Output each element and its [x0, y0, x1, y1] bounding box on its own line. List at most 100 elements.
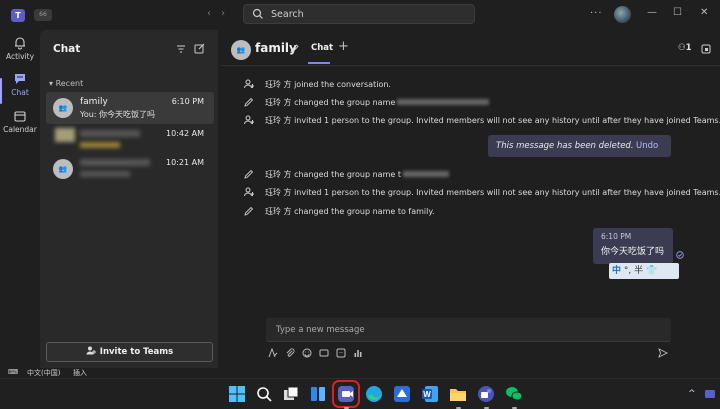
- edge-icon[interactable]: [364, 384, 384, 404]
- blurred-text: [402, 171, 449, 177]
- person-add-icon: [244, 187, 254, 197]
- close-button[interactable]: ✕: [700, 7, 708, 18]
- pencil-icon: [244, 97, 254, 107]
- message-time: 6:10 PM: [601, 232, 632, 241]
- gif-icon[interactable]: [319, 348, 329, 358]
- group-avatar: 👥: [53, 159, 73, 179]
- maximize-button[interactable]: ☐: [673, 7, 682, 18]
- emoji-icon[interactable]: [302, 348, 312, 358]
- group-avatar: 👥: [53, 98, 73, 118]
- message-input[interactable]: [266, 318, 671, 342]
- popout-icon[interactable]: [701, 44, 711, 54]
- send-icon[interactable]: [658, 348, 668, 358]
- chat-row[interactable]: 10:42 AM: [46, 124, 214, 156]
- tray-chevron-icon[interactable]: ^: [688, 389, 696, 399]
- sticker-icon[interactable]: [336, 348, 346, 358]
- search-placeholder: Search: [271, 9, 304, 20]
- person-add-icon: [244, 115, 254, 125]
- person-add-icon: [86, 346, 96, 355]
- search-icon: [252, 8, 263, 19]
- active-tab-indicator: [308, 62, 330, 64]
- file-explorer-icon[interactable]: [448, 384, 468, 409]
- widgets-icon[interactable]: [308, 384, 328, 404]
- ime-mode[interactable]: 中: [612, 266, 621, 276]
- blurred-preview: [80, 142, 120, 148]
- attach-icon[interactable]: [285, 348, 295, 358]
- people-icon: ⚇: [678, 43, 686, 53]
- group-avatar: 👥: [231, 40, 251, 60]
- teams-work-icon[interactable]: [476, 384, 496, 409]
- chat-list-title: Chat: [53, 43, 81, 55]
- calendar-icon: [14, 111, 26, 122]
- rail-item-label: Calendar: [3, 125, 37, 134]
- word-icon[interactable]: W: [420, 384, 440, 404]
- forward-arrow-icon[interactable]: ›: [221, 8, 235, 19]
- pencil-icon: [244, 169, 254, 179]
- add-tab-button[interactable]: +: [338, 39, 349, 54]
- my-message-bubble[interactable]: 6:10 PM 你今天吃饭了吗: [593, 228, 673, 264]
- message-text: 你今天吃饭了吗: [601, 247, 665, 257]
- chat-row[interactable]: 👥 10:21 AM: [46, 153, 214, 185]
- input-mode: 插入: [73, 369, 87, 377]
- chat-row-family[interactable]: 👥 family 6:10 PM You: 你今天吃饭了吗: [46, 92, 214, 124]
- back-arrow-icon[interactable]: ‹: [207, 8, 221, 19]
- sent-check-icon: [676, 251, 684, 259]
- blurred-text: [397, 99, 490, 105]
- rail-item-label: Chat: [11, 88, 29, 97]
- blurred-name: [80, 130, 140, 137]
- recent-section-label[interactable]: ▾ Recent: [49, 79, 83, 88]
- task-view-icon[interactable]: [281, 384, 301, 404]
- header-divider: [220, 65, 720, 66]
- rail-item-chat[interactable]: Chat: [0, 72, 40, 112]
- format-icon[interactable]: [268, 348, 278, 358]
- blurred-preview: [80, 171, 130, 177]
- ime-options[interactable]: °, 半 👕: [624, 266, 657, 276]
- chat-time: 10:21 AM: [166, 158, 204, 167]
- invite-to-teams-button[interactable]: Invite to Teams: [46, 342, 213, 362]
- account-badge[interactable]: 66: [34, 9, 52, 21]
- svg-text:W: W: [423, 390, 431, 399]
- tray-app-icon[interactable]: [704, 389, 716, 399]
- input-language: 中文(中国): [27, 369, 61, 377]
- filter-icon[interactable]: [176, 44, 186, 54]
- search-icon[interactable]: [254, 384, 274, 404]
- chat-icon: [15, 74, 25, 84]
- chat-time: 10:42 AM: [166, 129, 204, 138]
- rail-item-activity[interactable]: Activity: [0, 36, 40, 76]
- rail-item-label: Activity: [5, 52, 35, 61]
- app-rail: Activity Chat Calendar: [0, 30, 40, 368]
- chat-list-pane: Chat ▾ Recent 👥 family 6:10 PM You: 你今天吃…: [40, 30, 218, 368]
- rail-item-calendar[interactable]: Calendar: [0, 109, 40, 149]
- new-chat-icon[interactable]: [194, 43, 205, 54]
- pencil-icon: [244, 206, 254, 216]
- title-bar: T 66 ‹› Search ··· — ☐ ✕: [0, 0, 720, 30]
- teams-icon[interactable]: [332, 380, 360, 409]
- bell-icon: [15, 37, 25, 50]
- deleted-message: This message has been deleted. Undo: [488, 135, 671, 157]
- chat-time: 6:10 PM: [171, 97, 204, 106]
- wechat-icon[interactable]: [504, 384, 524, 409]
- ime-toolbar[interactable]: 中 °, 半 👕: [609, 263, 679, 279]
- chat-name: family: [80, 97, 108, 107]
- blurred-name: [80, 159, 150, 166]
- windows-start-icon[interactable]: [227, 384, 247, 404]
- minimize-button[interactable]: —: [647, 7, 657, 18]
- chat-preview: You: 你今天吃饭了吗: [80, 110, 156, 119]
- teams-logo-icon: T: [11, 9, 25, 22]
- profile-avatar[interactable]: [614, 6, 631, 23]
- nav-arrows[interactable]: ‹›: [207, 8, 235, 19]
- person-add-icon: [244, 79, 254, 89]
- taskbar: W ^: [0, 378, 720, 409]
- conversation-pane: 👥 family Chat + ⚇1 珏玲 方 joined the conve…: [220, 30, 720, 368]
- undo-button[interactable]: Undo: [636, 141, 658, 151]
- tab-chat[interactable]: Chat: [311, 43, 333, 53]
- deleted-message-text: This message has been deleted.: [496, 141, 634, 151]
- pencil-icon[interactable]: [290, 44, 299, 53]
- more-options-icon[interactable]: ···: [590, 8, 603, 19]
- status-icon: ⌨: [8, 368, 19, 376]
- search-input[interactable]: Search: [243, 4, 475, 24]
- app-icon[interactable]: [392, 384, 412, 404]
- compose-box[interactable]: [266, 318, 671, 342]
- participants-button[interactable]: ⚇1: [678, 43, 692, 53]
- poll-icon[interactable]: [353, 348, 363, 358]
